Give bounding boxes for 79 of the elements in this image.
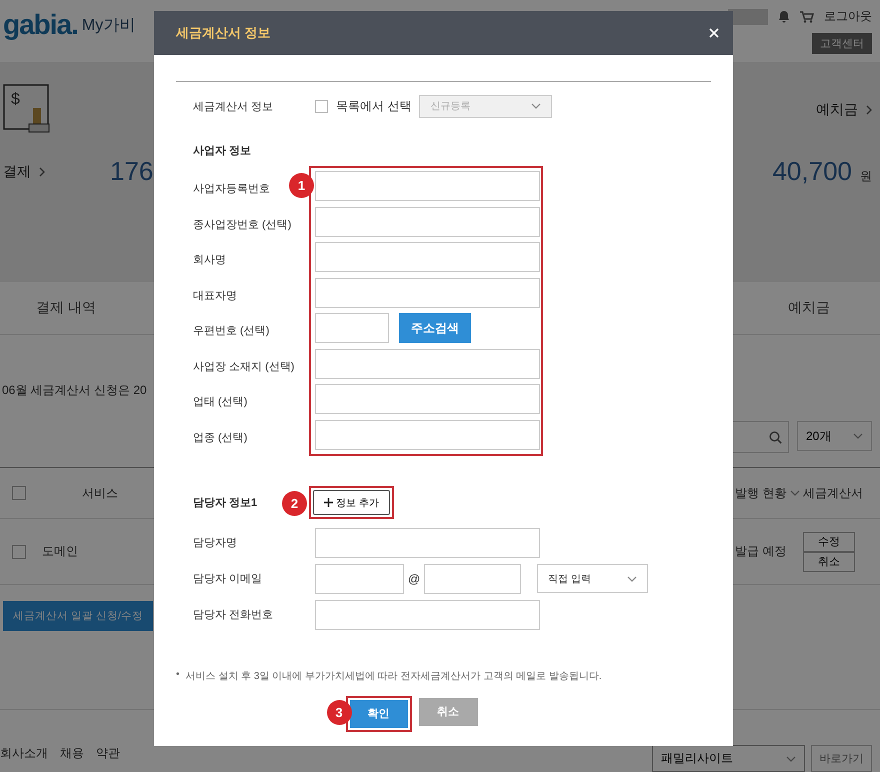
address-search-button[interactable]: 주소검색	[399, 313, 471, 343]
column-header[interactable]: 발행 현황	[735, 484, 803, 502]
field-label: 종사업장번호 (선택)	[193, 218, 292, 232]
chevron-down-icon	[853, 433, 863, 439]
row-checkbox[interactable]	[12, 544, 26, 558]
add-info-button[interactable]: 정보 추가	[313, 490, 390, 515]
page-size-select[interactable]: 20개	[797, 421, 872, 451]
nav-tab[interactable]: 예치금	[788, 299, 830, 317]
email-domain-field[interactable]	[424, 564, 522, 594]
field-label: 담당자명	[192, 536, 238, 550]
site-title: My가비	[82, 16, 136, 36]
chevron-right-icon	[39, 166, 45, 176]
text-field[interactable]	[315, 278, 540, 308]
plus-icon	[324, 498, 333, 507]
section-title: 담당자 정보1	[192, 496, 258, 510]
section-title: 사업자 정보	[192, 144, 252, 159]
deposit-amount: 40,700	[772, 156, 852, 187]
field-label: 우편번호 (선택)	[193, 324, 270, 338]
search-icon[interactable]	[769, 430, 782, 444]
footer-link[interactable]: 채용	[60, 745, 84, 762]
bulk-request-button[interactable]: 세금계산서 일괄 신청/수정	[3, 601, 153, 631]
text-field[interactable]	[315, 384, 540, 414]
close-button[interactable]	[709, 28, 719, 38]
field-label: 담당자 이메일	[192, 572, 264, 586]
chevron-right-icon	[866, 105, 872, 115]
bullet: •	[176, 668, 180, 682]
step-marker: 1	[289, 173, 314, 198]
payment-link[interactable]: 결제	[3, 162, 45, 180]
domain-select[interactable]: 직접 입력	[537, 564, 648, 593]
go-button[interactable]: 바로가기	[811, 745, 872, 772]
chevron-down-icon	[627, 576, 638, 582]
chevron-down-icon	[786, 756, 796, 762]
field-label: 업종 (선택)	[193, 430, 248, 445]
email-id-field[interactable]	[315, 564, 404, 594]
text-field[interactable]	[315, 171, 540, 201]
nav-tab[interactable]: 결제 내역	[36, 299, 96, 317]
note-text: 서비스 설치 후 3일 이내에 부가가치세법에 따라 전자세금계산서가 고객의 메일로 발송됩니다.	[186, 670, 602, 682]
footer-link[interactable]: 약관	[96, 745, 120, 762]
table-cell-text: 도메인	[41, 543, 79, 560]
text-field[interactable]	[315, 206, 540, 236]
step-marker: 2	[282, 491, 307, 516]
footer-link[interactable]: 회사소개	[0, 745, 48, 762]
notice-text: 06월 세금계산서 신청은 20	[2, 383, 147, 397]
chevron-down-icon	[531, 103, 542, 109]
logo[interactable]: gabia.	[3, 9, 78, 41]
column-header: 서비스	[81, 484, 119, 502]
text-field[interactable]	[315, 420, 540, 450]
field-label: 업태 (선택)	[193, 395, 248, 410]
postcode-field[interactable]	[315, 313, 389, 343]
confirm-button[interactable]: 확인	[350, 700, 408, 728]
step-marker: 3	[326, 700, 352, 724]
family-site-select[interactable]: 패밀리사이트	[652, 745, 805, 772]
field-label: 회사명	[193, 253, 226, 268]
field-label: 세금계산서 정보	[192, 100, 274, 114]
checkbox[interactable]	[315, 100, 328, 112]
table-cell-text: 발급 예정	[735, 543, 788, 560]
checkbox-label[interactable]: 목록에서 선택	[336, 98, 412, 114]
payment-amount: 176	[110, 156, 154, 187]
logout-link[interactable]: 로그아웃	[824, 8, 872, 25]
dialog-title: 세금계산서 정보	[176, 24, 271, 42]
currency-unit: 원	[860, 168, 872, 185]
field-label: 대표자명	[193, 288, 237, 303]
text-field[interactable]	[315, 600, 540, 630]
field-label: 담당자 전화번호	[192, 608, 274, 622]
row-action-button[interactable]: 수정	[803, 532, 855, 552]
deposit-link[interactable]: 예치금	[816, 101, 872, 119]
text-field[interactable]	[315, 528, 540, 558]
bell-icon[interactable]	[778, 10, 790, 23]
column-header: 세금계산서	[803, 484, 864, 502]
text-field[interactable]	[315, 242, 540, 272]
text-field[interactable]	[315, 348, 540, 378]
cart-icon[interactable]	[800, 10, 814, 22]
at-sign: @	[408, 572, 420, 586]
row-action-button[interactable]: 취소	[803, 552, 855, 572]
field-label: 사업자등록번호	[193, 182, 270, 196]
support-button[interactable]: 고객센터	[812, 33, 872, 54]
select-all-checkbox[interactable]	[12, 486, 26, 500]
chevron-down-icon	[790, 490, 800, 496]
field-label: 사업장 소재지 (선택)	[193, 360, 294, 374]
